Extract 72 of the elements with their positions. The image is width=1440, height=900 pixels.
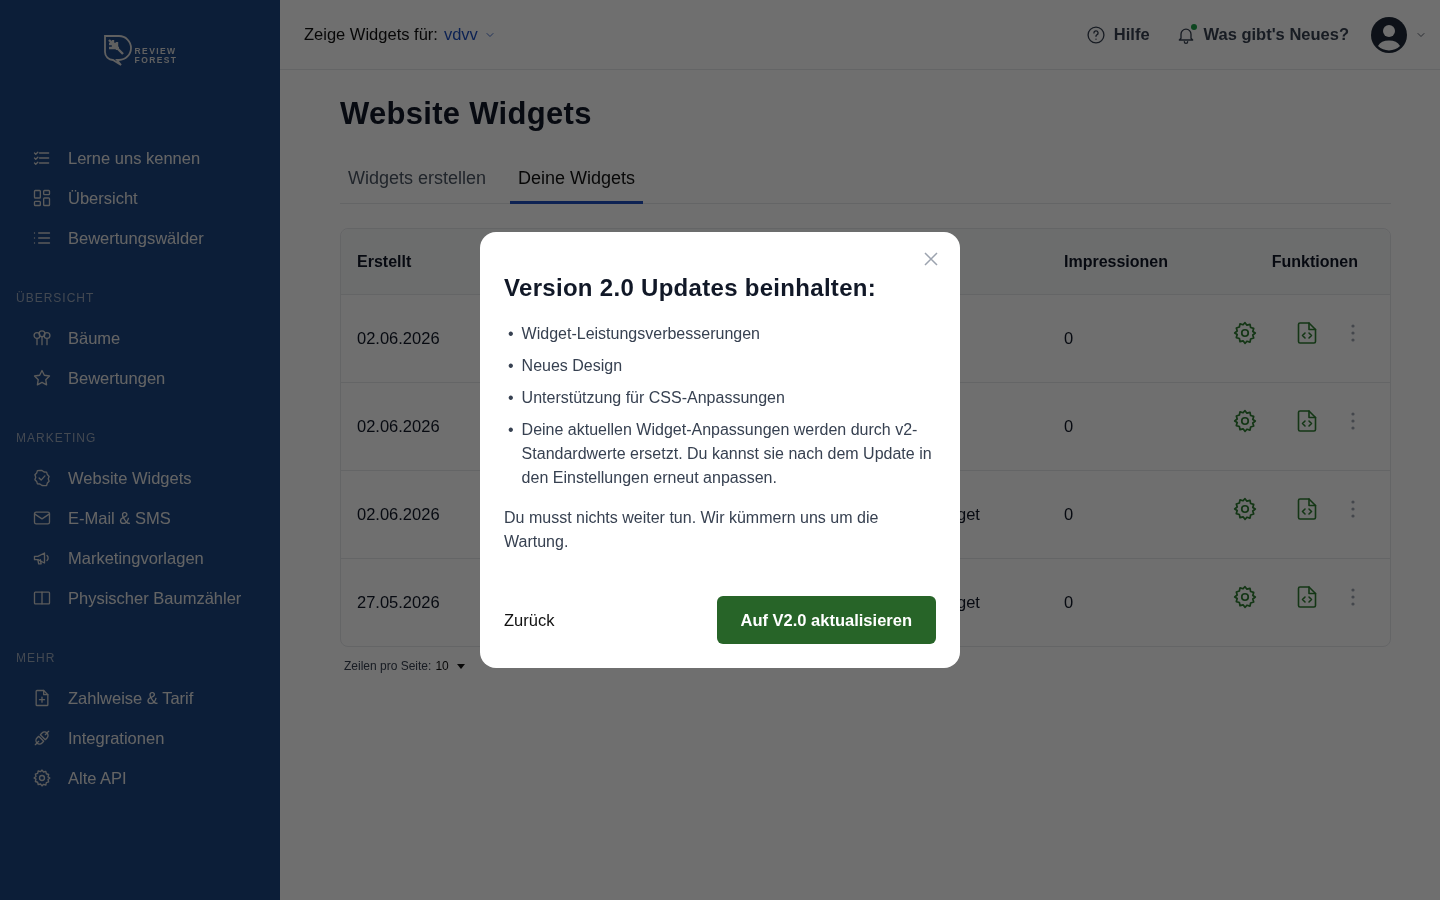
list-item: Widget-Leistungsverbesserungen [521,324,760,344]
dialog-title: Version 2.0 Updates beinhalten: [504,274,878,302]
news-button[interactable]: Was gibt's Neues? [1175,24,1349,45]
bullet-mark: • [508,388,514,408]
update-button[interactable]: Auf V2.0 aktualisieren [716,596,936,644]
list-item: Neues Design [521,356,623,376]
column-header: Erstellt [357,252,412,271]
table-cell: 0 [1064,329,1074,348]
code-file-icon [1296,320,1318,345]
sidebar-item[interactable]: Integrationen [0,718,280,758]
sidebar-item[interactable]: Bewertungswälder [0,218,280,258]
sidebar-item[interactable]: Bäume [0,318,280,358]
settings-icon [32,768,52,788]
bullet-mark: • [508,356,514,376]
sidebar-item[interactable]: Alte API [0,758,280,798]
help-link[interactable]: Hilfe [1085,24,1150,45]
logo-text: FOREST [134,56,178,65]
tab[interactable]: Deine Widgets [510,168,644,204]
plug-icon [32,728,52,748]
column-header: Impressionen [1064,252,1169,271]
back-button[interactable]: Zurück [504,610,555,630]
table-cell: 0 [1064,417,1074,436]
table-cell: 0 [1064,593,1074,612]
badge-check-icon [32,468,52,488]
sidebar-item[interactable]: Bewertungen [0,358,280,398]
list-item: Deine aktuellen Widget-Anpassungen werden durch v2-Standardwerte ersetzt. Du kannst sie nach dem Update in den Einstellungen erneut anpassen. [521,420,933,488]
table-cell: 27.05.2026 [357,593,440,612]
sidebar-item[interactable]: Marketingvorlagen [0,538,280,578]
more-icon [1351,411,1355,430]
more-icon [1351,323,1355,342]
more-icon [1351,499,1355,518]
sidebar-item[interactable]: Physischer Baumzähler [0,578,280,618]
user-avatar-icon [1371,16,1407,53]
settings-icon [1232,407,1258,434]
code-file-icon [1296,496,1318,521]
logo-text: REVIEW [134,47,178,56]
settings-icon [1232,319,1258,346]
rows-per-page-select[interactable]: 10 [435,659,465,673]
bullet-mark: • [508,324,514,344]
settings-icon [1232,495,1258,522]
notification-dot [1190,23,1197,30]
trees-icon [32,328,52,348]
table-cell: 02.06.2026 [357,417,440,436]
table-cell: 0 [1064,505,1074,524]
table-cell: 02.06.2026 [357,329,440,348]
leaf-logo-icon [102,34,133,66]
sidebar-item[interactable]: Lerne uns kennen [0,138,280,178]
account-menu[interactable] [1371,16,1427,53]
sidebar-item[interactable]: Zahlweise & Tarif [0,678,280,718]
sidebar-item[interactable]: Website Widgets [0,458,280,498]
more-icon [1351,587,1355,606]
sidebar-item[interactable]: E-Mail & SMS [0,498,280,538]
caret-icon [456,663,465,669]
list-item: Unterstützung für CSS-Anpassungen [521,388,785,408]
close-button[interactable] [924,252,938,266]
tab[interactable]: Widgets erstellen [340,168,495,204]
settings-icon [1232,583,1258,610]
code-file-icon [1296,584,1318,609]
help-icon [1085,24,1106,45]
bullet-mark: • [508,420,514,440]
dialog-note: Du musst nichts weiter tun. Wir kümmern uns um die Wartung. [504,508,880,552]
location-dropdown[interactable]: vdvv [443,25,496,44]
rows-per-page-label: Zeilen pro Seite: [344,659,432,673]
column-header: Funktionen [1271,252,1359,271]
filter-label: Zeige Widgets für: [304,25,438,44]
dashboard-icon [32,188,52,208]
sidebar-item[interactable]: Übersicht [0,178,280,218]
close-icon [924,252,938,266]
code-file-icon [1296,408,1318,433]
page-title: Website Widgets [340,96,593,132]
table-cell: 02.06.2026 [357,505,440,524]
star-icon [32,368,52,388]
